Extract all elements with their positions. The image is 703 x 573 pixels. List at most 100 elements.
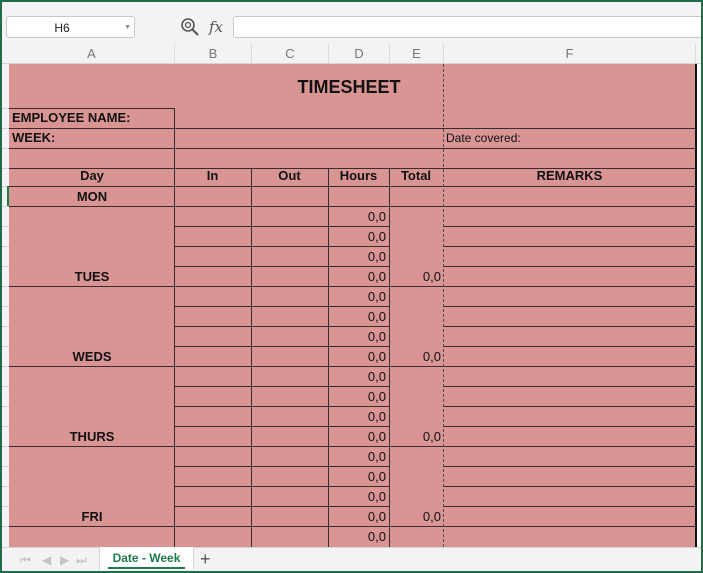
row-divider bbox=[2, 266, 9, 267]
grid-line bbox=[443, 246, 696, 247]
column-header-b[interactable]: B bbox=[175, 44, 252, 63]
sheet-grid[interactable]: TIMESHEET EMPLOYEE NAME: WEEK: Date cove… bbox=[2, 64, 701, 547]
row-header-strip bbox=[2, 64, 9, 547]
hours-cell: 0,0 bbox=[367, 329, 386, 344]
zoom-icon[interactable] bbox=[180, 17, 200, 37]
row-divider bbox=[2, 306, 9, 307]
row-divider bbox=[2, 446, 9, 447]
hours-cell: 0,0 bbox=[367, 209, 386, 224]
row-divider bbox=[2, 426, 9, 427]
row-divider bbox=[2, 128, 9, 129]
total-cell-thurs: 0,0 bbox=[422, 429, 441, 444]
hours-cell: 0,0 bbox=[367, 489, 386, 504]
grid-line bbox=[443, 386, 696, 387]
row-divider bbox=[2, 386, 9, 387]
first-sheet-icon[interactable]: ⏮ bbox=[20, 550, 31, 570]
hours-cell: 0,0 bbox=[367, 249, 386, 264]
grid-line bbox=[443, 266, 696, 267]
header-day: Day bbox=[80, 168, 104, 183]
header-remarks: REMARKS bbox=[536, 168, 603, 183]
day-label-mon: MON bbox=[76, 189, 108, 204]
hours-cell: 0,0 bbox=[367, 429, 386, 444]
column-header-d[interactable]: D bbox=[329, 44, 390, 63]
hours-cell: 0,0 bbox=[367, 369, 386, 384]
sheet-tab-bar: ⏮ ◀ ▶ ⏭ Date - Week + bbox=[2, 547, 701, 571]
hours-cell: 0,0 bbox=[367, 349, 386, 364]
header-total: Total bbox=[400, 168, 432, 183]
row-divider bbox=[2, 148, 9, 149]
employee-name-label: EMPLOYEE NAME: bbox=[12, 110, 131, 125]
hours-cell: 0,0 bbox=[367, 229, 386, 244]
day-label-tues: TUES bbox=[74, 269, 110, 284]
sheet-tab-label: Date - Week bbox=[112, 551, 181, 565]
grid-line bbox=[251, 168, 252, 547]
last-sheet-icon[interactable]: ⏭ bbox=[76, 550, 87, 570]
column-header-a[interactable]: A bbox=[9, 44, 175, 63]
row-divider bbox=[2, 168, 9, 169]
add-sheet-button[interactable]: + bbox=[200, 548, 211, 570]
hours-cell: 0,0 bbox=[367, 309, 386, 324]
grid-line bbox=[443, 486, 696, 487]
total-cell-fri: 0,0 bbox=[422, 509, 441, 524]
header-hours: Hours bbox=[339, 168, 378, 183]
name-box-value: H6 bbox=[54, 21, 70, 35]
sheet-tab-date-week[interactable]: Date - Week bbox=[99, 547, 194, 570]
hours-cell: 0,0 bbox=[367, 389, 386, 404]
hours-cell: 0,0 bbox=[367, 449, 386, 464]
spreadsheet-window: H6 ▼ fx A B C D E F TIMESHEET EMPLOYEE N… bbox=[0, 0, 703, 573]
hours-cell: 0,0 bbox=[367, 269, 386, 284]
grid-line bbox=[443, 306, 696, 307]
row-divider bbox=[2, 506, 9, 507]
row-divider bbox=[2, 486, 9, 487]
function-icon[interactable]: fx bbox=[209, 16, 223, 38]
name-box[interactable]: H6 ▼ bbox=[6, 16, 135, 38]
column-header-c[interactable]: C bbox=[252, 44, 329, 63]
total-cell-tues: 0,0 bbox=[422, 269, 441, 284]
header-in: In bbox=[206, 168, 219, 183]
date-covered-label: Date covered: bbox=[446, 131, 521, 145]
grid-line bbox=[443, 346, 696, 347]
hours-cell: 0,0 bbox=[367, 529, 386, 544]
row-divider bbox=[2, 246, 9, 247]
active-tab-indicator bbox=[108, 567, 185, 569]
print-area-edge bbox=[695, 64, 697, 547]
row-divider bbox=[2, 346, 9, 347]
grid-line bbox=[9, 148, 696, 149]
header-out: Out bbox=[278, 168, 301, 183]
row-divider bbox=[2, 206, 9, 207]
row-divider bbox=[2, 326, 9, 327]
grid-line bbox=[443, 406, 696, 407]
grid-line bbox=[443, 466, 696, 467]
name-box-dropdown-icon[interactable]: ▼ bbox=[124, 17, 131, 39]
row-divider bbox=[2, 466, 9, 467]
row-divider bbox=[2, 108, 9, 109]
column-header-row: A B C D E F bbox=[2, 44, 701, 64]
grid-line bbox=[443, 426, 696, 427]
column-header-f[interactable]: F bbox=[444, 44, 696, 63]
row-divider bbox=[2, 286, 9, 287]
grid-line bbox=[443, 226, 696, 227]
formula-input[interactable] bbox=[233, 16, 701, 38]
row-divider bbox=[2, 366, 9, 367]
row-divider bbox=[2, 526, 9, 527]
hours-cell: 0,0 bbox=[367, 289, 386, 304]
total-cell-weds: 0,0 bbox=[422, 349, 441, 364]
row-divider bbox=[2, 226, 9, 227]
hours-cell: 0,0 bbox=[367, 409, 386, 424]
day-label-weds: WEDS bbox=[72, 349, 112, 364]
formula-bar: H6 ▼ fx bbox=[2, 2, 701, 44]
day-label-fri: FRI bbox=[81, 509, 103, 524]
grid-line bbox=[174, 108, 175, 168]
next-sheet-icon[interactable]: ▶ bbox=[60, 550, 69, 570]
column-header-e[interactable]: E bbox=[390, 44, 444, 63]
page-break-line bbox=[443, 64, 444, 547]
sheet-title: TIMESHEET bbox=[297, 77, 401, 97]
row-divider bbox=[2, 406, 9, 407]
grid-line bbox=[9, 128, 696, 129]
prev-sheet-icon[interactable]: ◀ bbox=[42, 550, 51, 570]
hours-cell: 0,0 bbox=[367, 509, 386, 524]
grid-line bbox=[443, 506, 696, 507]
grid-line bbox=[443, 326, 696, 327]
week-label: WEEK: bbox=[12, 130, 56, 145]
hours-cell: 0,0 bbox=[367, 469, 386, 484]
